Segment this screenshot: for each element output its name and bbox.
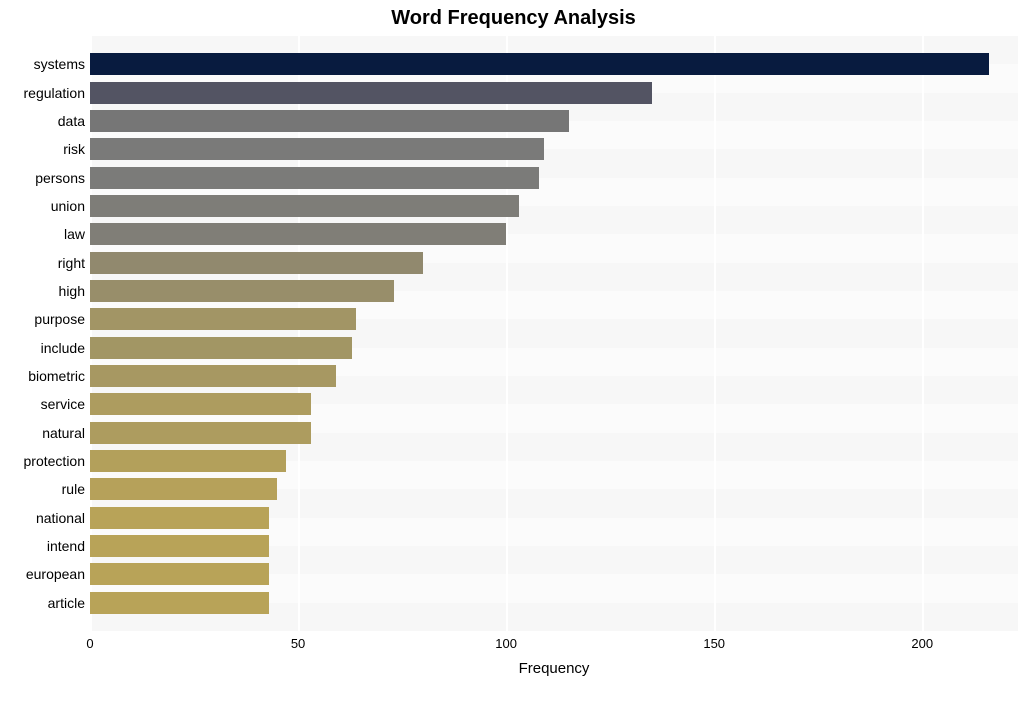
- y-tick-label: data: [3, 114, 85, 128]
- y-tick-label: regulation: [3, 86, 85, 100]
- x-tick-label: 150: [703, 636, 725, 651]
- bar: [90, 563, 269, 585]
- y-tick-label: national: [3, 511, 85, 525]
- y-tick-label: right: [3, 256, 85, 270]
- y-tick-label: persons: [3, 171, 85, 185]
- y-tick-label: law: [3, 227, 85, 241]
- bar: [90, 308, 356, 330]
- y-tick-label: high: [3, 284, 85, 298]
- y-tick-label: union: [3, 199, 85, 213]
- y-tick-label: service: [3, 397, 85, 411]
- y-tick-label: risk: [3, 142, 85, 156]
- bar: [90, 223, 506, 245]
- y-tick-label: include: [3, 341, 85, 355]
- plot-area: [90, 36, 1018, 631]
- bar: [90, 507, 269, 529]
- bar: [90, 592, 269, 614]
- bar: [90, 478, 277, 500]
- bar: [90, 535, 269, 557]
- bar: [90, 337, 352, 359]
- x-tick-label: 100: [495, 636, 517, 651]
- y-tick-label: biometric: [3, 369, 85, 383]
- y-tick-label: protection: [3, 454, 85, 468]
- bar: [90, 195, 519, 217]
- bar: [90, 422, 311, 444]
- chart-title: Word Frequency Analysis: [0, 7, 1027, 30]
- x-tick-label: 50: [291, 636, 305, 651]
- y-tick-label: purpose: [3, 312, 85, 326]
- y-tick-label: systems: [3, 57, 85, 71]
- bar: [90, 365, 336, 387]
- bar: [90, 82, 652, 104]
- bar: [90, 280, 394, 302]
- bar: [90, 138, 544, 160]
- bar: [90, 53, 989, 75]
- y-tick-label: intend: [3, 539, 85, 553]
- x-axis-label: Frequency: [90, 660, 1018, 677]
- y-tick-label: rule: [3, 482, 85, 496]
- bar: [90, 110, 569, 132]
- y-tick-label: article: [3, 596, 85, 610]
- y-tick-label: european: [3, 567, 85, 581]
- x-tick-label: 200: [911, 636, 933, 651]
- y-tick-label: natural: [3, 426, 85, 440]
- chart-container: Word Frequency Analysis systems regulatio…: [0, 0, 1027, 701]
- bar: [90, 393, 311, 415]
- bar: [90, 252, 423, 274]
- x-tick-label: 0: [86, 636, 93, 651]
- bar: [90, 450, 286, 472]
- bar: [90, 167, 539, 189]
